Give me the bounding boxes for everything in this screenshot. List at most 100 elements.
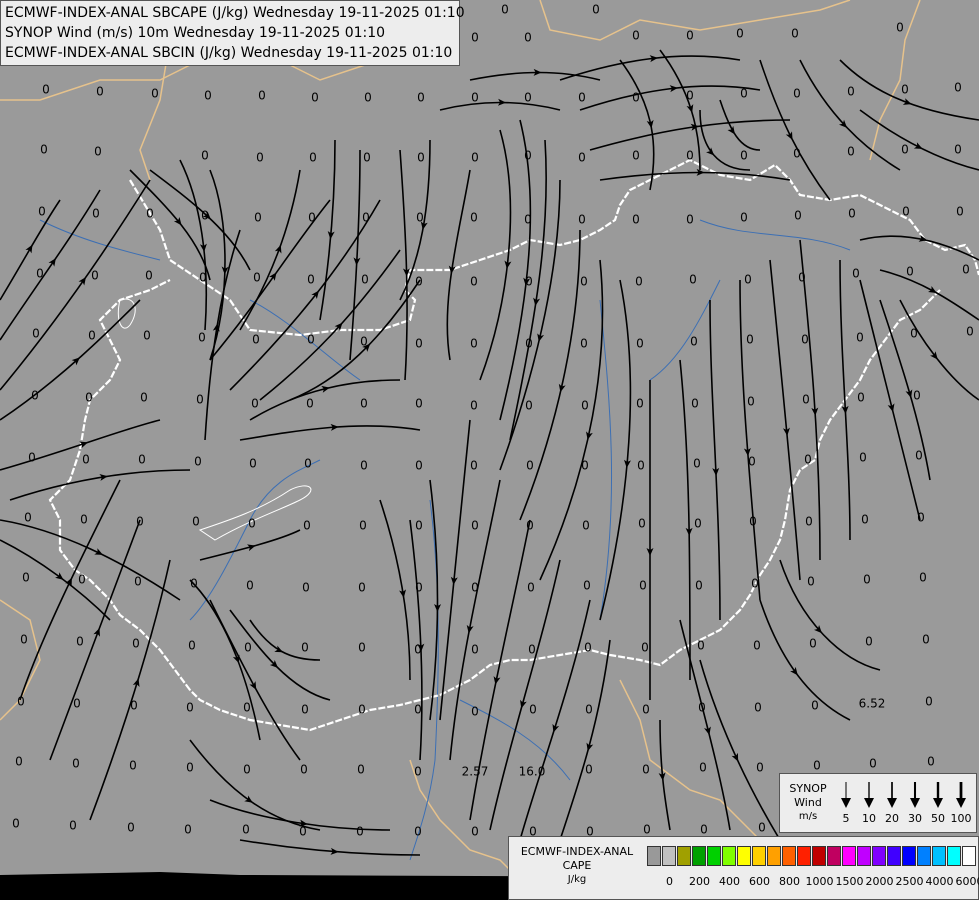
field-value-label: 0 [303, 519, 311, 533]
field-value-label: 0 [299, 825, 307, 839]
field-value-label: 0 [76, 635, 84, 649]
field-value-label: 0 [143, 329, 151, 343]
field-value-label: 0 [913, 389, 921, 403]
field-value-label: 0 [581, 459, 589, 473]
cape-scale-tick: 2000 [865, 875, 894, 888]
synop-legend-line2: Wind [794, 796, 822, 809]
field-value-label: 0 [22, 571, 30, 585]
field-value-label: 0 [637, 459, 645, 473]
field-value-label: 0 [754, 701, 762, 715]
field-value-label: 0 [88, 329, 96, 343]
field-value-label: 0 [966, 325, 974, 339]
cape-color-swatch [647, 846, 661, 866]
field-value-label: 0 [859, 451, 867, 465]
field-value-label: 0 [243, 701, 251, 715]
field-value-label: 0 [863, 573, 871, 587]
field-value-label: 6.52 [859, 697, 886, 711]
field-value-label: 0 [417, 91, 425, 105]
field-value-label: 0 [415, 519, 423, 533]
field-value-label: 0 [756, 761, 764, 775]
field-value-label: 0 [311, 91, 319, 105]
field-value-label: 0 [252, 333, 260, 347]
field-value-label: 0 [791, 27, 799, 41]
field-value-label: 0 [501, 3, 509, 17]
field-value-label: 0 [686, 149, 694, 163]
field-value-label: 0 [358, 641, 366, 655]
field-value-label: 0 [190, 577, 198, 591]
synop-legend-title: SYNOP Wind m/s [782, 782, 834, 824]
synop-legend-line3: m/s [798, 811, 818, 822]
field-value-label: 0 [186, 761, 194, 775]
field-value-label: 0 [362, 211, 370, 225]
field-value-label: 0 [529, 703, 537, 717]
field-value-label: 0 [804, 453, 812, 467]
field-value-label: 0 [580, 337, 588, 351]
field-value-label: 0 [415, 275, 423, 289]
cape-color-swatch [872, 846, 886, 866]
field-value-label: 0 [360, 335, 368, 349]
field-value-label: 0 [242, 823, 250, 837]
field-value-label: 0 [635, 275, 643, 289]
field-value-label: 0 [582, 519, 590, 533]
field-value-label: 0 [414, 643, 422, 657]
field-value-label: 0 [145, 269, 153, 283]
field-value-label: 0 [249, 457, 257, 471]
field-value-label: 0 [196, 393, 204, 407]
field-value-label: 0 [82, 453, 90, 467]
field-value-label: 0 [695, 579, 703, 593]
field-value-label: 0 [69, 819, 77, 833]
field-value-label: 0 [127, 821, 135, 835]
field-value-label: 0 [471, 31, 479, 45]
field-value-label: 0 [414, 765, 422, 779]
field-value-label: 0 [847, 85, 855, 99]
cape-color-swatch [902, 846, 916, 866]
cape-scale-tick: 400 [719, 875, 740, 888]
cape-scale-tick: 1500 [835, 875, 864, 888]
field-value-label: 0 [42, 83, 50, 97]
field-value-label: 0 [528, 643, 536, 657]
field-value-label: 0 [246, 579, 254, 593]
field-value-label: 0 [307, 273, 315, 287]
field-value-label: 0 [856, 331, 864, 345]
field-value-label: 0 [470, 211, 478, 225]
field-value-label: 0 [36, 267, 44, 281]
field-value-label: 0 [253, 271, 261, 285]
field-value-label: 0 [414, 825, 422, 839]
field-value-label: 0 [254, 211, 262, 225]
field-value-label: 0 [40, 143, 48, 157]
field-value-label: 0 [747, 395, 755, 409]
field-value-label: 0 [151, 87, 159, 101]
field-value-label: 0 [361, 273, 369, 287]
field-value-label: 0 [85, 391, 93, 405]
wind-arrow-icon [933, 782, 943, 808]
field-value-label: 0 [691, 397, 699, 411]
wind-arrow-icon [864, 782, 874, 808]
cape-color-swatch [917, 846, 931, 866]
field-value-label: 0 [636, 337, 644, 351]
cape-scale-tick: 6000 [955, 875, 979, 888]
field-value-label: 0 [753, 639, 761, 653]
field-value-label: 0 [20, 633, 28, 647]
field-value-label: 0 [146, 207, 154, 221]
field-value-label: 0 [962, 263, 970, 277]
field-value-label: 0 [524, 149, 532, 163]
field-value-label: 0 [470, 337, 478, 351]
field-value-label: 0 [471, 151, 479, 165]
field-value-label: 0 [798, 271, 806, 285]
field-value-label: 0 [243, 763, 251, 777]
field-value-label: 0 [865, 635, 873, 649]
field-value-label: 0 [415, 337, 423, 351]
field-value-label: 0 [192, 515, 200, 529]
field-value-label: 0 [525, 275, 533, 289]
field-value-label: 0 [308, 211, 316, 225]
field-value-label: 0 [632, 91, 640, 105]
field-value-label: 0 [258, 89, 266, 103]
map-title-box: ECMWF-INDEX-ANAL SBCAPE (J/kg) Wednesday… [0, 0, 465, 66]
field-value-label: 0 [896, 21, 904, 35]
cape-color-swatch [947, 846, 961, 866]
field-value-label: 0 [304, 457, 312, 471]
field-value-label: 0 [12, 817, 20, 831]
cape-scale-tick: 2500 [895, 875, 924, 888]
field-value-label: 0 [186, 701, 194, 715]
field-value-label: 0 [416, 211, 424, 225]
